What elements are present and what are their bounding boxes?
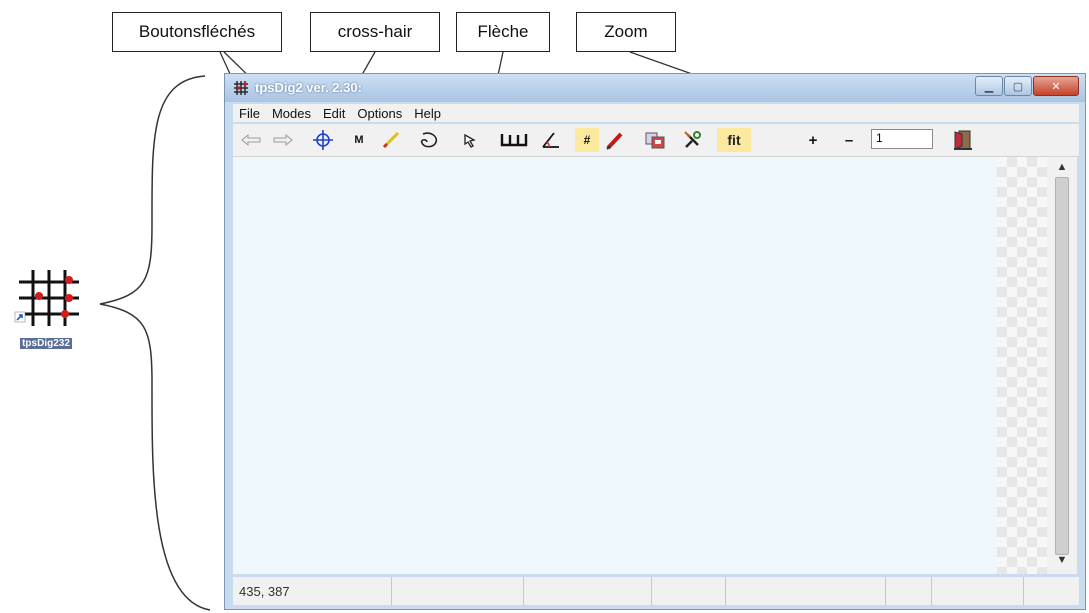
next-image-button[interactable] <box>271 128 295 152</box>
menu-modes[interactable]: Modes <box>266 106 317 121</box>
title-bar[interactable]: tpsDig2 ver. 2.30: ▁ ▢ ✕ <box>225 74 1085 102</box>
menu-file[interactable]: File <box>233 106 266 121</box>
exit-door-icon <box>954 130 972 150</box>
scale-mode-button[interactable] <box>499 128 529 152</box>
tools-button[interactable] <box>681 128 705 152</box>
zoom-out-button[interactable]: – <box>837 128 861 152</box>
outline-icon <box>420 132 438 148</box>
cursor-coordinates: 435, 387 <box>239 583 290 599</box>
status-cell <box>1023 577 1079 605</box>
outline-mode-button[interactable] <box>417 128 441 152</box>
scroll-thumb[interactable] <box>1055 177 1069 555</box>
zoom-in-button[interactable]: + <box>801 128 825 152</box>
app-icon <box>234 81 248 95</box>
draw-line-button[interactable] <box>379 128 403 152</box>
maximize-button[interactable]: ▢ <box>1004 76 1032 96</box>
status-cell <box>885 577 931 605</box>
canvas-checker-edge <box>997 157 1047 574</box>
crosshair-icon <box>313 130 333 150</box>
grid-toggle-button[interactable]: # <box>575 128 599 152</box>
right-arrow-icon <box>273 134 293 146</box>
angle-mode-button[interactable] <box>539 128 563 152</box>
menu-edit[interactable]: Edit <box>317 106 351 121</box>
close-button[interactable]: ✕ <box>1033 76 1079 96</box>
angle-icon <box>542 132 559 148</box>
menu-bar: File Modes Edit Options Help <box>233 104 1079 122</box>
status-cell <box>523 577 651 605</box>
minimize-button[interactable]: ▁ <box>975 76 1003 96</box>
status-cell <box>725 577 885 605</box>
arrow-select-button[interactable] <box>459 128 483 152</box>
crosshair-mode-button[interactable] <box>311 128 335 152</box>
tpsdig-app-icon <box>14 270 79 326</box>
color-picker-button[interactable] <box>603 128 627 152</box>
copy-image-icon <box>645 132 665 149</box>
pencil-line-icon <box>382 131 400 149</box>
desktop-shortcut-label: tpsDig232 <box>20 338 72 349</box>
menu-options[interactable]: Options <box>351 106 408 121</box>
left-arrow-icon <box>241 134 261 146</box>
status-cell <box>931 577 1023 605</box>
eyedropper-icon <box>606 132 623 150</box>
ruler-icon <box>500 134 528 147</box>
fit-to-window-button[interactable]: fit <box>717 128 751 152</box>
toolbar: M # fit + – 1 <box>233 124 1079 157</box>
pointer-arrow-icon <box>464 133 476 148</box>
tools-icon <box>684 131 701 148</box>
menu-help[interactable]: Help <box>408 106 447 121</box>
copy-image-button[interactable] <box>643 128 667 152</box>
status-cell <box>391 577 523 605</box>
previous-image-button[interactable] <box>239 128 263 152</box>
image-canvas[interactable] <box>233 157 1047 574</box>
app-window: tpsDig2 ver. 2.30: ▁ ▢ ✕ File Modes Edit… <box>224 73 1086 610</box>
scroll-down-icon[interactable]: ▼ <box>1047 554 1077 570</box>
scroll-up-icon[interactable]: ▲ <box>1047 161 1077 177</box>
window-title: tpsDig2 ver. 2.30: <box>255 80 362 95</box>
measure-mode-button[interactable]: M <box>347 128 371 152</box>
exit-button[interactable] <box>951 128 975 152</box>
status-bar: 435, 387 <box>233 577 1079 605</box>
status-cell <box>651 577 725 605</box>
vertical-scrollbar[interactable]: ▲ ▼ <box>1047 157 1077 574</box>
desktop-shortcut[interactable]: tpsDig232 <box>8 268 84 351</box>
zoom-level-input[interactable]: 1 <box>871 129 933 149</box>
